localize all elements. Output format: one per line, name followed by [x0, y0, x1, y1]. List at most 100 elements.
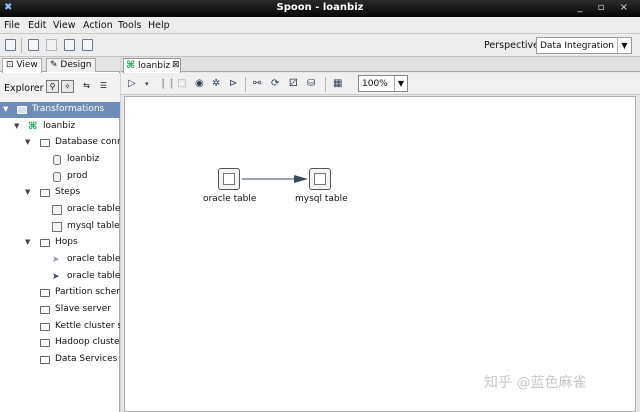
impact-icon[interactable]: ⟳: [271, 78, 279, 89]
open-file-icon[interactable]: [28, 39, 39, 51]
database-icon: [53, 155, 61, 165]
perspective-value: Data Integration: [540, 41, 614, 51]
tree-item-partition-schemas[interactable]: Partition schem: [0, 285, 120, 301]
tree-item-database-connections[interactable]: ▼ Database conn: [0, 135, 120, 151]
tree-label: Kettle cluster s: [55, 321, 120, 331]
debug-icon[interactable]: ✲: [212, 78, 220, 89]
folder-icon: [40, 323, 50, 331]
tree-label: oracle table: [67, 271, 120, 281]
tab-design[interactable]: ✎ Design: [46, 58, 96, 72]
tree-item-kettle-cluster[interactable]: Kettle cluster s: [0, 319, 120, 335]
folder-icon: [40, 356, 50, 364]
new-file-icon[interactable]: [5, 39, 16, 51]
folder-icon: [40, 339, 50, 347]
replay-icon[interactable]: ⊳: [229, 78, 237, 89]
canvas-toolbar: ▷ ▾ ❙❙ □ ◉ ✲ ⊳ ⚯ ⟳ ⚂ ⛁ ▦ 100% ▼: [121, 73, 640, 95]
tree-item-loanbiz[interactable]: ▼ ⌘ loanbiz: [0, 119, 120, 135]
tree-item-hadoop-cluster[interactable]: Hadoop cluster: [0, 335, 120, 351]
menu-view[interactable]: View: [53, 20, 76, 31]
database-icon: [53, 172, 61, 182]
expanded-triangle-icon[interactable]: ▼: [25, 188, 30, 196]
verify-icon[interactable]: ⚯: [253, 78, 261, 89]
tab-view-label: View: [16, 60, 38, 70]
pencil-icon: ✎: [50, 60, 58, 70]
tree-item-slave-server[interactable]: Slave server: [0, 302, 120, 318]
editor-tab-strip: ⌘ loanbiz ⊠: [121, 57, 640, 73]
tree-item-transformations[interactable]: ▼ Transformations: [0, 102, 120, 118]
toolbar-separator: [21, 38, 22, 53]
hop-icon: ➤: [52, 272, 60, 282]
tree-item-step-mysql[interactable]: mysql table: [0, 219, 120, 235]
tree-item-data-services[interactable]: Data Services: [0, 352, 120, 368]
database-explore-icon[interactable]: ⛁: [307, 78, 315, 89]
stop-icon[interactable]: □: [177, 78, 186, 89]
left-panel: ⊡ View ✎ Design Explorer ⚲ ✧ ⇆ ☰ ▼ Trans…: [0, 57, 120, 412]
tree-item-step-oracle[interactable]: oracle table: [0, 202, 120, 218]
title-bar: ✖ Spoon - loanbiz _ ▫ ×: [0, 0, 640, 17]
table-output-icon: [52, 222, 62, 232]
tree-label: oracle table: [67, 204, 120, 214]
tab-view[interactable]: ⊡ View: [2, 58, 42, 73]
hop-arrow[interactable]: [240, 173, 312, 185]
menu-help[interactable]: Help: [148, 20, 170, 31]
tree-label: Steps: [55, 187, 81, 197]
menu-bar: File Edit View Action Tools Help: [0, 17, 640, 34]
tab-design-label: Design: [60, 60, 92, 70]
sql-icon[interactable]: ⚂: [289, 78, 298, 89]
hop-disabled-icon: ➤: [52, 255, 60, 265]
menu-file[interactable]: File: [4, 20, 20, 31]
tree-label: Slave server: [55, 304, 111, 314]
table-input-icon: [223, 173, 235, 185]
collapse-all-icon[interactable]: ⇆: [80, 80, 93, 93]
expanded-triangle-icon[interactable]: ▼: [25, 138, 30, 146]
tree-label: loanbiz: [67, 154, 100, 164]
watermark: 知乎 @蓝色麻雀: [484, 375, 587, 391]
tree-item-hops[interactable]: ▼ Hops: [0, 235, 120, 251]
chevron-down-icon[interactable]: ▼: [617, 38, 631, 53]
tree-label: Hadoop cluster: [55, 337, 120, 347]
preview-icon[interactable]: ◉: [195, 78, 204, 89]
left-tab-strip: ⊡ View ✎ Design: [0, 57, 120, 73]
zoom-select[interactable]: 100% ▼: [358, 75, 408, 92]
save-icon[interactable]: [64, 39, 75, 51]
expanded-triangle-icon[interactable]: ▼: [25, 238, 30, 246]
transformation-icon: ⌘: [126, 60, 136, 71]
run-icon[interactable]: ▷: [128, 78, 136, 89]
show-results-icon[interactable]: ▦: [333, 78, 342, 89]
tree-item-hop-1[interactable]: ➤ oracle table: [0, 252, 120, 268]
step-oracle-table[interactable]: [218, 168, 240, 190]
menu-action[interactable]: Action: [83, 20, 113, 31]
toolbar-separator: [325, 77, 326, 92]
tree-label: mysql table: [67, 221, 120, 231]
clear-search-icon[interactable]: ✧: [61, 80, 74, 93]
folder-icon: [40, 189, 50, 197]
menu-tools[interactable]: Tools: [118, 20, 141, 31]
transformation-canvas[interactable]: oracle table mysql table: [124, 96, 636, 412]
save-as-icon[interactable]: [82, 39, 93, 51]
perspective-select[interactable]: Data Integration ▼: [536, 37, 632, 54]
window-title: Spoon - loanbiz: [276, 2, 364, 13]
step-mysql-table-label: mysql table: [295, 194, 348, 204]
tree-item-hop-2[interactable]: ➤ oracle table: [0, 269, 120, 285]
window-controls[interactable]: _ ▫ ×: [577, 2, 634, 13]
step-mysql-table[interactable]: [309, 168, 331, 190]
table-output-icon: [314, 173, 326, 185]
tree-label: Database conn: [55, 137, 120, 147]
tree-item-db-prod[interactable]: prod: [0, 169, 120, 185]
explore-repository-icon[interactable]: [46, 39, 57, 51]
binoculars-icon[interactable]: ⚲: [46, 80, 59, 93]
transformation-icon: ⌘: [28, 121, 38, 132]
chevron-down-icon[interactable]: ▼: [394, 76, 407, 91]
menu-edit[interactable]: Edit: [28, 20, 46, 31]
expand-all-icon[interactable]: ☰: [97, 80, 110, 93]
expanded-triangle-icon[interactable]: ▼: [14, 122, 19, 130]
tree-label: Hops: [55, 237, 78, 247]
tree-item-steps[interactable]: ▼ Steps: [0, 185, 120, 201]
pause-icon[interactable]: ❙❙: [159, 78, 176, 89]
close-icon[interactable]: ⊠: [172, 60, 180, 70]
tree-item-db-loanbiz[interactable]: loanbiz: [0, 152, 120, 168]
tab-loanbiz[interactable]: ⌘ loanbiz ⊠: [123, 58, 181, 73]
expanded-triangle-icon[interactable]: ▼: [3, 105, 8, 113]
folder-icon: [40, 239, 50, 247]
run-options-chevron-icon[interactable]: ▾: [145, 80, 149, 88]
